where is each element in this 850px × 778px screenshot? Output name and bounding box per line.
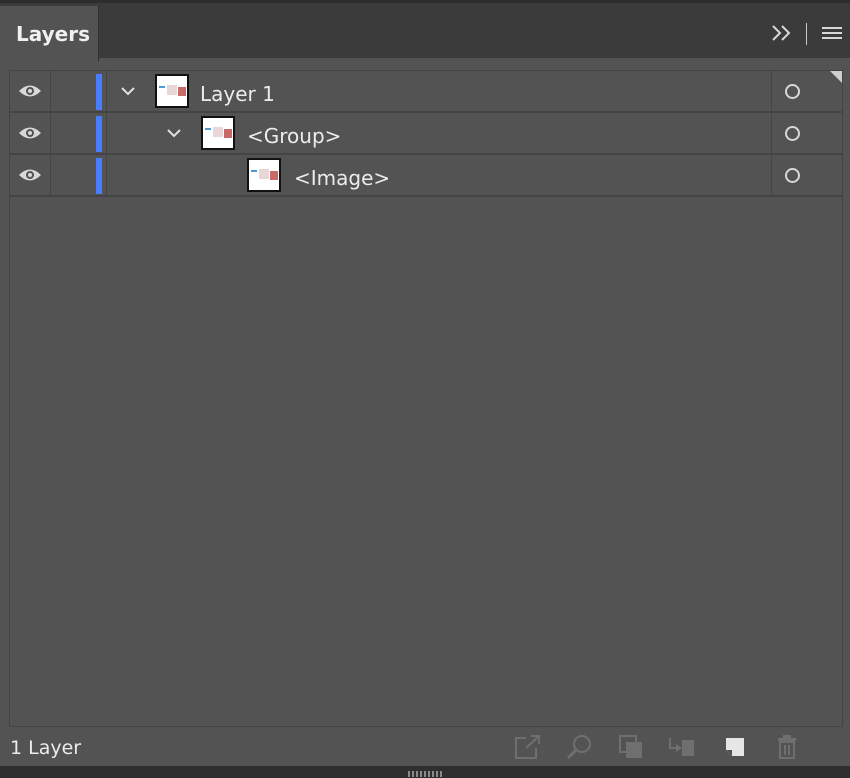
create-new-layer-icon[interactable] xyxy=(722,734,750,760)
layer-thumbnail xyxy=(155,74,189,108)
eye-icon[interactable] xyxy=(18,167,42,183)
group-thumbnail xyxy=(201,116,235,150)
column-divider xyxy=(50,155,51,195)
tab-layers[interactable]: Layers xyxy=(0,6,99,61)
column-divider xyxy=(771,71,772,111)
create-sublayer-icon[interactable] xyxy=(666,734,696,760)
hamburger-menu-icon[interactable] xyxy=(822,26,844,42)
layer-row-group[interactable]: <Group> xyxy=(10,113,842,155)
target-circle-icon[interactable] xyxy=(785,84,800,99)
column-divider xyxy=(50,113,51,153)
layer-row-image[interactable]: <Image> xyxy=(10,155,842,197)
delete-icon[interactable] xyxy=(774,734,802,760)
column-divider xyxy=(106,113,107,153)
eye-icon[interactable] xyxy=(18,83,42,99)
locate-object-icon[interactable] xyxy=(566,734,594,760)
chevron-down-icon[interactable] xyxy=(166,128,182,138)
layer-name[interactable]: <Image> xyxy=(294,166,390,190)
resize-grip-icon[interactable] xyxy=(407,770,443,778)
layer-color-bar xyxy=(96,74,102,110)
layer-row-layer-1[interactable]: Layer 1 xyxy=(10,71,842,113)
layer-color-bar xyxy=(96,158,102,194)
column-divider xyxy=(771,155,772,195)
tab-layers-label: Layers xyxy=(16,22,90,46)
chevron-down-icon[interactable] xyxy=(120,86,136,96)
toolbar-divider xyxy=(806,23,807,45)
column-divider xyxy=(771,113,772,153)
make-clipping-mask-icon[interactable] xyxy=(618,734,646,760)
layer-name[interactable]: <Group> xyxy=(247,124,341,148)
layers-list: Layer 1 <Group> <Image> xyxy=(9,70,843,727)
double-chevron-right-icon[interactable] xyxy=(770,23,794,43)
panel-tab-bar: Layers xyxy=(0,0,850,61)
target-circle-icon[interactable] xyxy=(785,126,800,141)
column-divider xyxy=(106,71,107,111)
column-divider xyxy=(50,71,51,111)
column-divider xyxy=(106,155,107,195)
target-circle-icon[interactable] xyxy=(785,168,800,183)
layer-name[interactable]: Layer 1 xyxy=(200,82,275,106)
collect-for-export-icon[interactable] xyxy=(514,734,542,760)
image-thumbnail xyxy=(247,158,281,192)
layer-color-bar xyxy=(96,116,102,152)
eye-icon[interactable] xyxy=(18,125,42,141)
layer-count-status: 1 Layer xyxy=(10,737,82,759)
